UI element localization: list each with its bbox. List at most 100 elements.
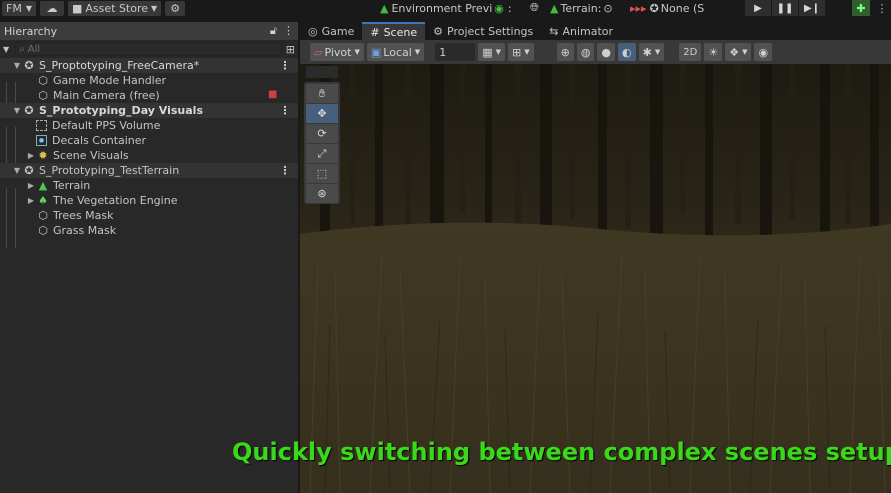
layers-selector[interactable]: ▸▸▸ ✪ None (S [626,0,708,16]
rotate-icon: ⟳ [317,127,327,140]
rect-tool-button[interactable]: ⬚ [306,164,338,183]
collapse-arrow-icon[interactable]: ▶ [26,196,36,205]
row-label: Decals Container [52,134,147,147]
search-input[interactable]: ⌕ All [15,42,282,56]
kebab-icon[interactable]: ⋮ [280,103,291,118]
grid-size-field[interactable]: 1 [435,43,476,61]
hierarchy-scene-row[interactable]: ▼ ✪ S_Prototyping_Day Visuals ⋮ [0,103,298,118]
bug-icon: ✱ [642,45,652,59]
overlay-grip[interactable] [306,66,338,78]
toolbar-more-button[interactable]: ⋮ [876,0,888,16]
debug-dropdown[interactable]: ✱ ▼ [638,43,665,61]
kebab-icon[interactable]: ⋮ [280,163,291,178]
environment-preview[interactable]: ▲ Environment Previ ◉ : [376,0,516,16]
row-label: Terrain [53,179,91,192]
expand-arrow-icon[interactable]: ▼ [12,106,22,115]
hierarchy-row[interactable]: ▶ ▲ Terrain [0,178,298,193]
pause-icon: ❚❚ [776,2,794,14]
tab-project-settings[interactable]: ⚙ Project Settings [425,22,541,40]
hierarchy-row[interactable]: ⬡ Grass Mask [0,223,298,238]
tab-label: Game [321,24,355,38]
unity-scene-icon: ✪ [24,164,34,177]
tab-game[interactable]: ◎ Game [300,22,362,40]
row-label: Trees Mask [53,209,114,222]
cube-icon: ⬡ [38,209,48,222]
pivot-dropdown[interactable]: ▱ Pivot ▼ [310,43,364,61]
scene-search-icon[interactable]: ⊞ [286,43,295,56]
terrain-selector[interactable]: ▲ Terrain: ⊙ [546,0,617,16]
animator-icon: ⇆ [549,24,559,38]
cube-icon: ⬡ [38,89,48,102]
wireframe-button[interactable]: ⊕ [556,43,574,61]
globe-icon: 🌐︎ [530,1,539,14]
move-tool-button[interactable]: ✥ [306,104,338,123]
local-dropdown[interactable]: ▣ Local ▼ [366,43,425,61]
collapse-arrow-icon[interactable]: ▶ [26,181,36,190]
hierarchy-scene-row[interactable]: ▼ ✪ S_Prototyping_TestTerrain ⋮ [0,163,298,178]
gear-icon: ⚙ [170,1,181,15]
move-icon: ✥ [317,107,327,120]
2d-label: 2D [683,46,698,58]
rotate-tool-button[interactable]: ⟳ [306,124,338,143]
create-dropdown-icon[interactable]: ▼ [3,45,9,54]
hierarchy-row[interactable]: Default PPS Volume [0,118,298,133]
hierarchy-title: Hierarchy [4,24,58,38]
shaded-button[interactable]: ● [597,43,616,61]
snap-toggle[interactable]: ⊞ ▼ [507,43,534,61]
forest-render [300,64,891,493]
cloud-button[interactable]: ☁ [39,0,64,16]
account-dropdown[interactable]: FM ▼ [2,0,36,16]
camera-gizmo-icon[interactable]: ■ [268,89,280,101]
grid-toggle[interactable]: ▦ ▼ [478,43,505,61]
collapse-arrow-icon[interactable]: ▶ [26,151,36,160]
hierarchy-row[interactable]: ⬡ Main Camera (free) ■ [0,88,298,103]
expand-arrow-icon[interactable]: ▼ [12,166,22,175]
asset-store-button[interactable]: ■ Asset Store ▼ [67,0,162,16]
expand-arrow-icon[interactable]: ▼ [12,61,22,70]
transform-tool-button[interactable]: ⊛ [306,184,338,203]
hand-tool-button[interactable]: ✋︎ [306,84,338,103]
pause-button[interactable]: ❚❚ [772,0,798,16]
settings-button[interactable]: ⚙ [165,0,186,16]
play-button[interactable]: ▶ [745,0,771,16]
lock-icon[interactable]: 🔓︎ [270,24,277,38]
add-button[interactable]: ✚ [852,0,870,16]
cloud-icon: ☁ [46,1,58,15]
main-toolbar: FM ▼ ☁ ■ Asset Store ▼ ⚙ ▲ Environment P… [0,0,891,16]
row-label: Game Mode Handler [53,74,167,87]
tab-scene[interactable]: # Scene [362,22,426,40]
hierarchy-row[interactable]: ▶ ✹ Scene Visuals [0,148,298,163]
plus-icon: ✚ [856,1,866,15]
tab-animator[interactable]: ⇆ Animator [541,22,621,40]
effects-dropdown[interactable]: ❖ ▼ [725,43,752,61]
pivot-label: Pivot [324,45,352,59]
account-label: FM [6,1,22,15]
2d-toggle[interactable]: 2D [679,43,702,61]
scale-tool-button[interactable]: ⤢ [306,144,338,163]
playback-controls: ▶ ❚❚ ▶❙ [745,0,826,16]
more-icon: : [507,1,512,15]
hierarchy-row[interactable]: ⬡ Game Mode Handler [0,73,298,88]
step-button[interactable]: ▶❙ [799,0,825,16]
globe-button[interactable]: 🌐︎ [526,0,543,16]
hierarchy-row[interactable]: ▶ ♠ The Vegetation Engine [0,193,298,208]
lit-button[interactable]: ◐ [618,43,636,61]
grid-size-value: 1 [439,45,447,59]
sun-icon: ✹ [38,149,48,162]
grid-icon: # [370,25,380,39]
lighting-toggle[interactable]: ☀ [704,43,723,61]
scene-viewport[interactable] [300,64,891,493]
step-icon: ▶❙ [803,2,821,14]
hierarchy-tab[interactable]: Hierarchy 🔓︎ ⋮ [0,22,298,40]
hierarchy-row[interactable]: ⬡ Trees Mask [0,208,298,223]
visibility-toggle[interactable]: ◉ [754,43,773,61]
hierarchy-scene-row[interactable]: ▼ ✪ S_Proptotyping_FreeCamera* ⋮ [0,58,298,73]
pivot-icon: ▱ [314,45,323,59]
kebab-icon[interactable]: ⋮ [283,24,294,38]
kebab-icon[interactable]: ⋮ [280,58,291,73]
dashed-box-icon [36,120,47,131]
shaded-wireframe-button[interactable]: ◍ [576,43,595,61]
hierarchy-row[interactable]: ● Decals Container [0,133,298,148]
row-label: S_Proptotyping_FreeCamera* [39,59,200,72]
terrain-icon: ▲ [38,179,48,192]
